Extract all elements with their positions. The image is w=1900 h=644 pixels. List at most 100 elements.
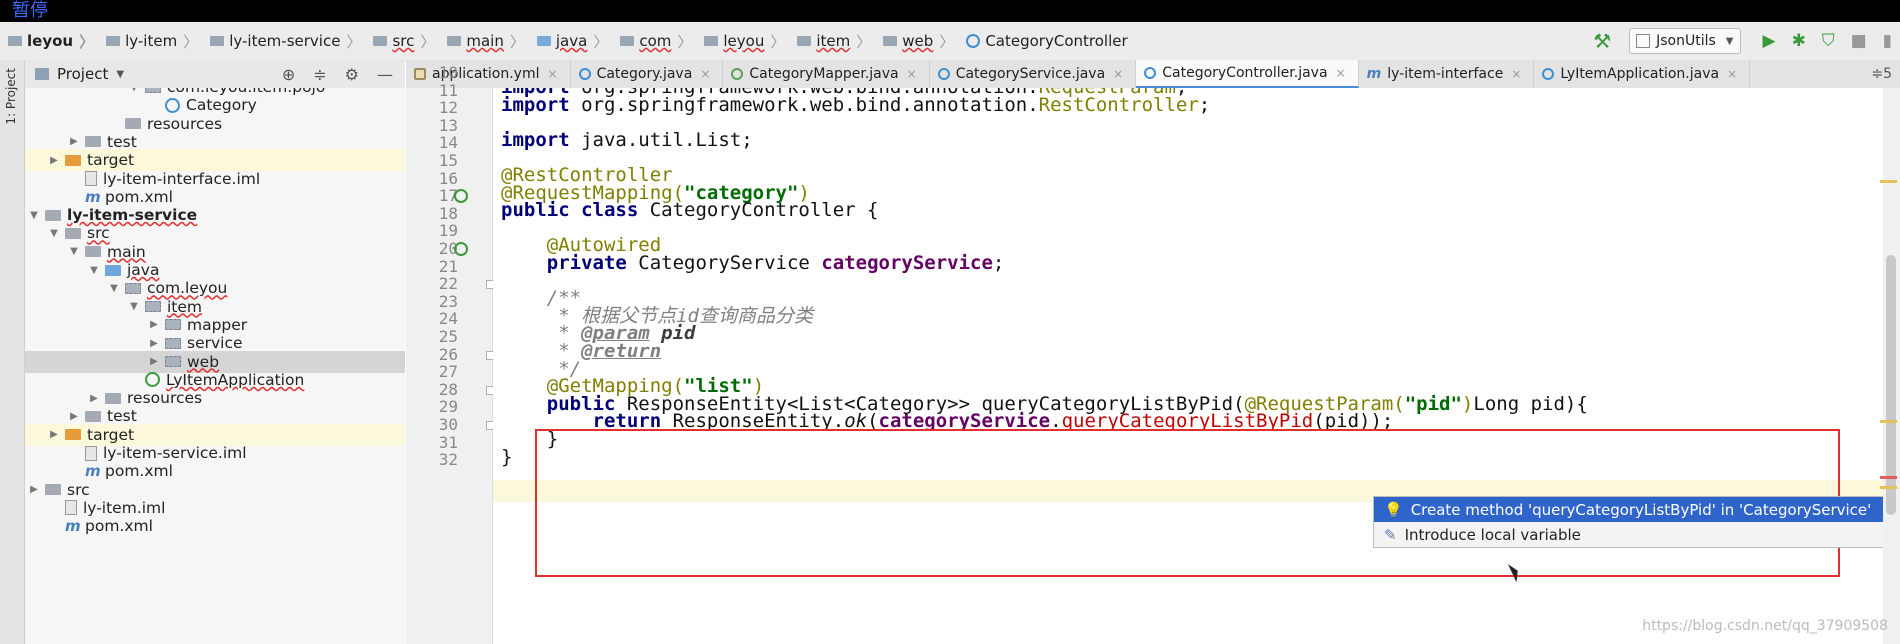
- code-token: public class: [501, 199, 650, 222]
- breadcrumb-separator: 〉: [939, 32, 955, 51]
- folder-icon: [8, 36, 22, 46]
- tree-item-label: test: [107, 132, 137, 151]
- stop-icon[interactable]: ■: [1851, 31, 1867, 51]
- debug-icon[interactable]: ✱: [1792, 31, 1806, 51]
- breadcrumb-separator: 〉: [677, 32, 693, 51]
- breadcrumb-item[interactable]: java 〉: [529, 31, 612, 52]
- breadcrumb-item[interactable]: item 〉: [789, 31, 875, 52]
- chevron-right-icon[interactable]: ▶: [147, 338, 161, 349]
- breadcrumb-item[interactable]: ly-item-service 〉: [202, 31, 365, 52]
- breadcrumb-item[interactable]: CategoryController: [958, 32, 1131, 50]
- chevron-down-icon[interactable]: ▼: [116, 69, 124, 80]
- class-icon: [165, 97, 180, 113]
- tree-item-label: Category: [186, 96, 257, 115]
- tree-item-label: main: [107, 242, 146, 261]
- error-stripe-mark[interactable]: [1880, 180, 1897, 183]
- run-icon[interactable]: ▶: [1763, 31, 1776, 51]
- iml-file-icon: [65, 500, 77, 516]
- code-token: @return: [581, 340, 662, 362]
- project-panel-title[interactable]: Project: [57, 65, 108, 83]
- code-line: import org.springframework.web.bind.anno…: [501, 94, 1210, 116]
- chevron-down-icon[interactable]: ▼: [67, 246, 81, 257]
- chevron-right-icon[interactable]: ▶: [67, 136, 81, 147]
- chevron-down-icon[interactable]: ▼: [87, 265, 101, 276]
- chevron-down-icon[interactable]: ▼: [127, 88, 141, 93]
- hide-icon[interactable]: —: [377, 65, 393, 84]
- tree-item-label: item: [167, 297, 203, 316]
- folder-icon: [447, 36, 462, 46]
- breadcrumb-separator: 〉: [346, 32, 362, 51]
- iml-file-icon: [85, 445, 97, 461]
- breadcrumb-item[interactable]: leyou 〉: [696, 31, 789, 52]
- breadcrumb-item[interactable]: web 〉: [875, 31, 958, 52]
- editor-tab-label: Category.java: [596, 66, 693, 82]
- breadcrumb-item[interactable]: main 〉: [439, 31, 529, 52]
- chevron-down-icon[interactable]: ▼: [107, 283, 121, 294]
- editor-tab[interactable]: LyItemApplication.java ×: [1534, 60, 1751, 88]
- line-number: 32: [438, 450, 458, 470]
- code-token: }: [501, 445, 513, 468]
- chevron-down-icon[interactable]: ▼: [127, 301, 141, 312]
- intention-item-introduce-variable[interactable]: ✎ Introduce local variable: [1374, 522, 1899, 547]
- error-stripe-mark[interactable]: [1880, 420, 1897, 423]
- project-tree: ▼com.leyou.item.pojoCategoryresources▶te…: [25, 88, 405, 644]
- tabs-overflow[interactable]: ≑5: [1863, 60, 1900, 88]
- close-icon[interactable]: ×: [700, 67, 710, 81]
- tree-item[interactable]: m pom.xml: [25, 515, 405, 537]
- locate-icon[interactable]: ⊕: [282, 65, 295, 84]
- breadcrumb-label: CategoryController: [985, 32, 1128, 50]
- close-icon[interactable]: ×: [548, 67, 558, 81]
- close-icon[interactable]: ×: [1113, 67, 1123, 81]
- collapse-all-icon[interactable]: ≑: [313, 65, 326, 84]
- intention-item-create-method[interactable]: 💡 Create method 'queryCategoryListByPid'…: [1374, 497, 1899, 522]
- chevron-right-icon[interactable]: ▶: [47, 429, 61, 440]
- build-hammer-icon[interactable]: ⚒: [1593, 29, 1611, 53]
- chevron-down-icon[interactable]: ▼: [47, 228, 61, 239]
- chevron-right-icon[interactable]: ▶: [27, 484, 41, 495]
- close-icon[interactable]: ×: [1727, 67, 1737, 81]
- run-config-select[interactable]: JsonUtils ▼: [1629, 28, 1741, 54]
- tree-item-label: pom.xml: [85, 517, 153, 536]
- editor-tab[interactable]: CategoryController.java ×: [1136, 60, 1359, 88]
- close-icon[interactable]: ×: [1511, 67, 1521, 81]
- error-stripe-mark[interactable]: [1880, 476, 1897, 479]
- code-token: ;: [992, 252, 1005, 274]
- chevron-right-icon[interactable]: ▶: [147, 356, 161, 367]
- chevron-right-icon[interactable]: ▶: [87, 393, 101, 404]
- project-panel-header: Project ▼ ⊕ ≑ ⚙ —: [25, 60, 405, 89]
- folder-icon: [373, 36, 388, 46]
- chevron-right-icon[interactable]: ▶: [47, 155, 61, 166]
- project-side-tab[interactable]: 1: Project: [4, 68, 18, 125]
- chevron-right-icon[interactable]: ▶: [67, 411, 81, 422]
- gear-icon[interactable]: ⚙: [345, 65, 359, 84]
- breadcrumb-item[interactable]: src 〉: [365, 31, 439, 52]
- chevron-down-icon[interactable]: ▼: [27, 210, 41, 221]
- editor-tab[interactable]: CategoryService.java ×: [930, 60, 1137, 88]
- breadcrumb-item[interactable]: ly-item 〉: [98, 31, 202, 52]
- spring-bean-icon[interactable]: [454, 242, 468, 256]
- coverage-icon[interactable]: ⛉: [1822, 31, 1835, 51]
- breadcrumb-label: leyou: [27, 32, 74, 50]
- breadcrumb-item[interactable]: com 〉: [612, 31, 696, 52]
- tree-item-label: ly-item-service.iml: [103, 444, 247, 462]
- error-stripe-mark[interactable]: [1880, 486, 1897, 489]
- maven-icon: m: [65, 517, 81, 536]
- breadcrumb-item[interactable]: leyou 〉: [0, 31, 98, 52]
- run-toolbar: ⚒ JsonUtils ▼ ▶ ✱ ⛉ ■ ▮: [1585, 22, 1900, 60]
- close-icon[interactable]: ×: [907, 67, 917, 81]
- editor-tab[interactable]: m ly-item-interface ×: [1359, 60, 1535, 88]
- folder-icon: [620, 36, 635, 46]
- code-token: Long pid){: [1473, 392, 1588, 415]
- editor-tab[interactable]: CategoryMapper.java ×: [723, 60, 930, 88]
- code-token: pid: [661, 322, 696, 345]
- more-icon[interactable]: ▮: [1883, 31, 1892, 51]
- package-icon: [165, 356, 181, 367]
- code-token: CategoryService: [638, 252, 822, 274]
- breadcrumb-separator: 〉: [183, 32, 199, 51]
- chevron-right-icon[interactable]: ▶: [147, 319, 161, 330]
- tree-item-label: resources: [127, 389, 203, 408]
- close-icon[interactable]: ×: [1336, 66, 1346, 80]
- maven-icon: m: [85, 462, 101, 481]
- editor-tab[interactable]: Category.java ×: [571, 60, 724, 88]
